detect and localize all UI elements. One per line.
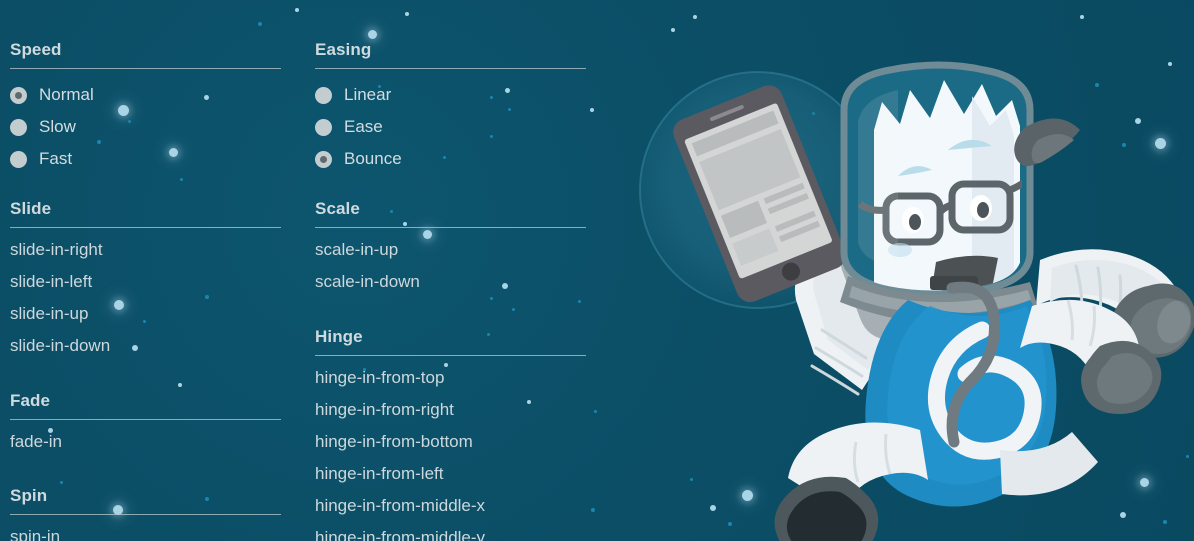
radio-label-linear: Linear: [344, 85, 392, 104]
suit-badge: [927, 321, 1042, 460]
section-rule: [10, 227, 281, 228]
animation-link-fade-in[interactable]: fade-in: [10, 426, 281, 458]
goatee: [932, 255, 998, 291]
radio-label-ease: Ease: [344, 117, 383, 136]
animation-link-hinge-in-from-top[interactable]: hinge-in-from-top: [315, 362, 586, 394]
radio-fast[interactable]: [10, 150, 27, 168]
animation-link-hinge-in-from-bottom[interactable]: hinge-in-from-bottom: [315, 426, 586, 458]
suit-body: [865, 300, 1057, 507]
section-rule: [315, 68, 586, 69]
helmet-collar: [840, 276, 1038, 324]
section-slide: Slide slide-in-right slide-in-left slide…: [10, 199, 281, 362]
section-fade: Fade fade-in: [10, 391, 281, 458]
section-rule: [10, 68, 281, 69]
page-background: Speed Normal Slow Fast Slide slide-in-ri…: [0, 0, 1194, 541]
section-rule: [10, 514, 281, 515]
section-rule: [315, 227, 586, 228]
radio-ease[interactable]: [315, 118, 332, 136]
radio-bounce[interactable]: [315, 150, 332, 168]
animation-link-spin-in[interactable]: spin-in: [10, 521, 281, 541]
animation-link-hinge-in-from-right[interactable]: hinge-in-from-right: [315, 394, 586, 426]
helmet-fin: [1014, 118, 1080, 166]
section-title-fade: Fade: [10, 391, 51, 410]
smartphone: [673, 85, 846, 303]
bubble-glow: [640, 72, 876, 308]
animation-link-slide-in-left[interactable]: slide-in-left: [10, 266, 281, 298]
section-spin: Spin spin-in: [10, 486, 281, 541]
section-title-speed: Speed: [10, 40, 62, 59]
glasses: [857, 173, 1022, 246]
radio-label-slow: Slow: [39, 117, 76, 136]
radio-row-slow[interactable]: Slow: [10, 111, 281, 143]
animation-link-scale-in-up[interactable]: scale-in-up: [315, 234, 586, 266]
animation-link-slide-in-down[interactable]: slide-in-down: [10, 330, 281, 362]
animation-link-slide-in-right[interactable]: slide-in-right: [10, 234, 281, 266]
right-arm: [1036, 249, 1182, 338]
radio-linear[interactable]: [315, 86, 332, 104]
animation-link-scale-in-down[interactable]: scale-in-down: [315, 266, 586, 298]
radio-label-normal: Normal: [39, 85, 94, 104]
radio-row-bounce[interactable]: Bounce: [315, 143, 586, 175]
radio-label-fast: Fast: [39, 149, 73, 168]
animation-link-hinge-in-from-middle-x[interactable]: hinge-in-from-middle-x: [315, 490, 586, 522]
section-title-slide: Slide: [10, 199, 52, 218]
radio-row-normal[interactable]: Normal: [10, 79, 281, 111]
back-leg: [1020, 299, 1140, 380]
front-boot: [774, 476, 879, 541]
thigh: [1000, 432, 1098, 496]
radio-row-ease[interactable]: Ease: [315, 111, 586, 143]
right-glove: [1112, 283, 1194, 358]
section-title-hinge: Hinge: [315, 327, 363, 346]
section-title-spin: Spin: [10, 486, 48, 505]
radio-slow[interactable]: [10, 118, 27, 136]
radio-normal[interactable]: [10, 86, 27, 104]
section-title-easing: Easing: [315, 40, 372, 59]
section-rule: [315, 355, 586, 356]
animation-link-slide-in-up[interactable]: slide-in-up: [10, 298, 281, 330]
animation-link-hinge-in-from-left[interactable]: hinge-in-from-left: [315, 458, 586, 490]
radio-row-linear[interactable]: Linear: [315, 79, 586, 111]
left-glove: [840, 231, 946, 340]
mascot-head: [857, 80, 1022, 291]
radio-label-bounce: Bounce: [344, 149, 402, 168]
section-title-scale: Scale: [315, 199, 360, 218]
section-easing: Easing Linear Ease Bounce: [315, 40, 586, 175]
section-rule: [10, 419, 281, 420]
left-arm: [794, 249, 914, 390]
oxygen-hose: [946, 281, 1001, 448]
hair-and-face: [874, 80, 1020, 291]
front-leg: [788, 422, 928, 512]
section-speed: Speed Normal Slow Fast: [10, 40, 281, 175]
back-boot: [1081, 340, 1162, 414]
helmet-dome: [840, 61, 1034, 298]
radio-row-fast[interactable]: Fast: [10, 143, 281, 175]
section-scale: Scale scale-in-up scale-in-down: [315, 199, 586, 298]
astronaut-mascot-illustration: [639, 61, 1194, 541]
section-hinge: Hinge hinge-in-from-top hinge-in-from-ri…: [315, 327, 586, 541]
animation-link-hinge-in-from-middle-y[interactable]: hinge-in-from-middle-y: [315, 522, 586, 541]
